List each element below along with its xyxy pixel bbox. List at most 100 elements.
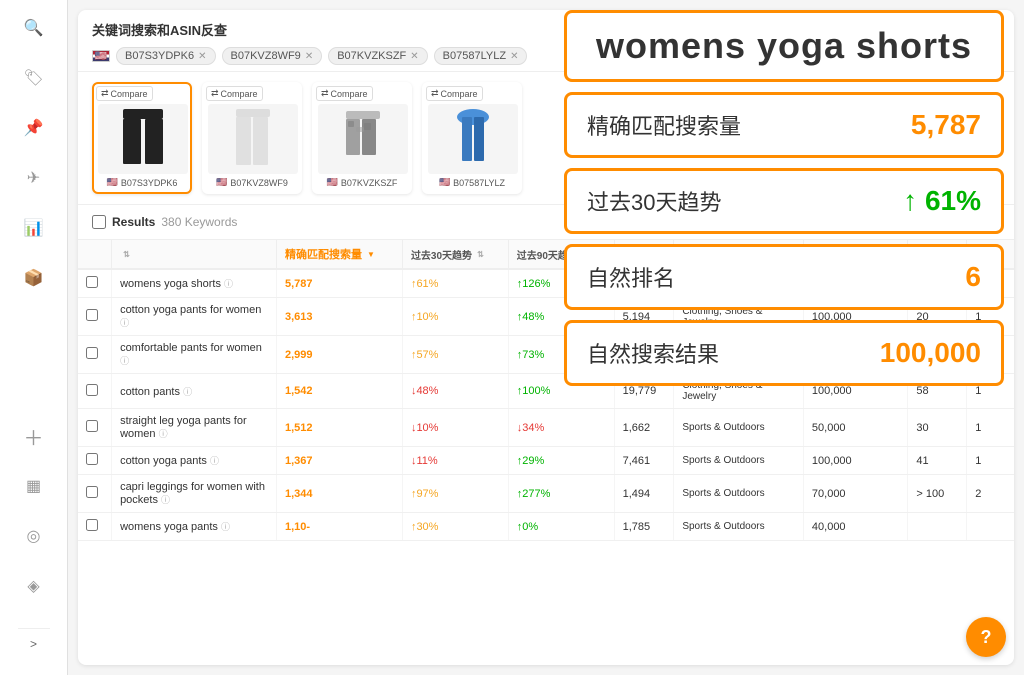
row-checkbox-7[interactable] <box>86 486 98 498</box>
results-count: 380 Keywords <box>161 215 237 229</box>
cell-t90-8: ↑0% <box>508 513 614 541</box>
row-checkbox-1[interactable] <box>86 276 98 288</box>
cell-cat-5: Sports & Outdoors <box>674 409 804 447</box>
sort-icon-keyword: ⇅ <box>123 250 130 259</box>
stat-box-4: 自然搜索结果 100,000 <box>564 320 1004 386</box>
product-img-1 <box>98 104 188 174</box>
product-asin-4: 🇺🇸 B07587LYLZ <box>428 177 516 188</box>
cell-ads-8: 1,785 <box>614 513 674 541</box>
trend30-value-6: ↓11% <box>411 455 438 467</box>
sidebar-icon-circle[interactable]: ◎ <box>18 520 50 552</box>
cell-t30-6: ↓11% <box>402 447 508 475</box>
sidebar-icon-plus[interactable]: ＋ <box>18 420 50 452</box>
th-vol-sort[interactable]: 精确匹配搜索量 ▼ <box>285 246 375 262</box>
stat-label-2: 过去30天趋势 <box>587 185 721 217</box>
cell-cat-6: Sports & Outdoors <box>674 447 804 475</box>
sidebar-icon-tag[interactable]: 🏷 <box>18 62 50 94</box>
product-card-3[interactable]: ⇄ Compare 🇺🇸 B07KVZKSZF <box>312 82 412 194</box>
compare-btn-4[interactable]: ⇄ Compare <box>426 86 483 101</box>
search-title-box: womens yoga shorts <box>564 10 1004 82</box>
compare-icon-3: ⇄ <box>321 88 329 99</box>
cell-vol-4: 1,542 <box>276 374 402 409</box>
vol-value-6: 1,367 <box>285 455 313 467</box>
th-keyword[interactable]: ⇅ <box>112 240 277 269</box>
sort-icon-trend30: ⇅ <box>477 250 484 259</box>
main-container: 🔍 🏷 📌 ✈ 📊 📦 ＋ ▦ ◎ ◈ > 关键词搜索和ASIN反查 🇺🇸 B0… <box>0 0 1024 675</box>
cell-check-3[interactable] <box>78 336 112 374</box>
select-all-checkbox[interactable] <box>92 215 106 229</box>
cell-kw-4: cotton pants ⓘ <box>112 374 277 409</box>
vol-value-2: 3,613 <box>285 311 313 323</box>
cell-check-5[interactable] <box>78 409 112 447</box>
compare-btn-2[interactable]: ⇄ Compare <box>206 86 263 101</box>
us-flag-icon: 🇺🇸 <box>92 50 110 62</box>
cell-nat-8: 40,000 <box>803 513 908 541</box>
sidebar-icon-box[interactable]: 📦 <box>18 262 50 294</box>
asin-tag-2[interactable]: B07KVZ8WF9 ✕ <box>222 47 323 65</box>
cell-ads-6: 7,461 <box>614 447 674 475</box>
cell-check-4[interactable] <box>78 374 112 409</box>
row-checkbox-6[interactable] <box>86 453 98 465</box>
sidebar-icon-grid[interactable]: ▦ <box>18 470 50 502</box>
product-card-1[interactable]: ⇄ Compare 🇺🇸 B07S3YDPK6 <box>92 82 192 194</box>
trend30-value-8: ↑30% <box>411 521 439 533</box>
cell-kw-5: straight leg yoga pants for women ⓘ <box>112 409 277 447</box>
cell-t90-5: ↓34% <box>508 409 614 447</box>
close-icon-3[interactable]: ✕ <box>410 51 418 62</box>
cell-check-7[interactable] <box>78 475 112 513</box>
cell-t30-3: ↑57% <box>402 336 508 374</box>
row-checkbox-3[interactable] <box>86 347 98 359</box>
asin-tag-4[interactable]: B07587LYLZ ✕ <box>434 47 528 65</box>
th-check <box>78 240 112 269</box>
table-row: capri leggings for women with pockets ⓘ … <box>78 475 1014 513</box>
cell-t30-4: ↓48% <box>402 374 508 409</box>
trend90-value-1: ↑126% <box>517 278 551 290</box>
cell-nat-5: 50,000 <box>803 409 908 447</box>
trend90-value-7: ↑277% <box>517 488 551 500</box>
cell-t90-6: ↑29% <box>508 447 614 475</box>
row-checkbox-2[interactable] <box>86 309 98 321</box>
trend30-value-7: ↑97% <box>411 488 439 500</box>
sidebar-icon-pin[interactable]: 📌 <box>18 112 50 144</box>
th-vol[interactable]: 精确匹配搜索量 ▼ <box>276 240 402 269</box>
sidebar-expand[interactable]: > <box>18 628 50 659</box>
th-trend30-sort[interactable]: 过去30天趋势 ⇅ <box>411 247 484 262</box>
row-checkbox-4[interactable] <box>86 384 98 396</box>
product-card-2[interactable]: ⇄ Compare 🇺🇸 B07KVZ8WF9 <box>202 82 302 194</box>
th-trend30[interactable]: 过去30天趋势 ⇅ <box>402 240 508 269</box>
close-icon-2[interactable]: ✕ <box>305 51 313 62</box>
sidebar-icon-search[interactable]: 🔍 <box>18 12 50 44</box>
stat-value-2: ↑ 61% <box>903 185 981 217</box>
trend90-value-2: ↑48% <box>517 311 545 323</box>
cell-check-1[interactable] <box>78 269 112 298</box>
product-img-2 <box>208 104 298 174</box>
cell-check-6[interactable] <box>78 447 112 475</box>
stat-box-2: 过去30天趋势 ↑ 61% <box>564 168 1004 234</box>
sort-icon-vol: ▼ <box>367 250 375 259</box>
th-keyword-sort[interactable]: ⇅ <box>120 250 130 259</box>
asin-tag-3[interactable]: B07KVZKSZF ✕ <box>328 47 427 65</box>
cell-srank-5: 30 <box>908 409 967 447</box>
stat-box-1: 精确匹配搜索量 5,787 <box>564 92 1004 158</box>
cell-check-8[interactable] <box>78 513 112 541</box>
row-checkbox-5[interactable] <box>86 420 98 432</box>
compare-icon-4: ⇄ <box>431 88 439 99</box>
close-icon-1[interactable]: ✕ <box>198 51 206 62</box>
sidebar-icon-diamond[interactable]: ◈ <box>18 570 50 602</box>
trend90-value-5: ↓34% <box>517 422 545 434</box>
close-icon-4[interactable]: ✕ <box>510 51 518 62</box>
sidebar-icon-send[interactable]: ✈ <box>18 162 50 194</box>
sidebar-icon-chart[interactable]: 📊 <box>18 212 50 244</box>
vol-value-1: 5,787 <box>285 278 313 290</box>
product-card-4[interactable]: ⇄ Compare 🇺🇸 B07587LYLZ <box>422 82 522 194</box>
cell-kw-8: womens yoga pants ⓘ <box>112 513 277 541</box>
asin-tag-1[interactable]: B07S3YDPK6 ✕ <box>116 47 216 65</box>
row-checkbox-8[interactable] <box>86 519 98 531</box>
help-button[interactable]: ? <box>966 617 1006 657</box>
compare-btn-3[interactable]: ⇄ Compare <box>316 86 373 101</box>
compare-btn-1[interactable]: ⇄ Compare <box>96 86 153 101</box>
cell-check-2[interactable] <box>78 298 112 336</box>
cell-vol-6: 1,367 <box>276 447 402 475</box>
compare-icon-2: ⇄ <box>211 88 219 99</box>
cell-t90-7: ↑277% <box>508 475 614 513</box>
